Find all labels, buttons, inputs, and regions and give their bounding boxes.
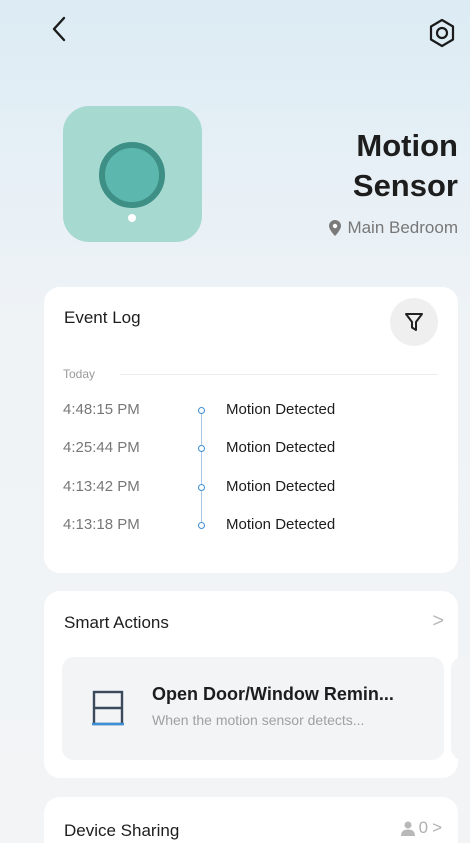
smart-actions-card: Smart Actions > Open Door/Window Remin..…	[44, 591, 458, 778]
device-image	[63, 106, 202, 242]
chevron-left-icon	[52, 16, 66, 42]
event-time: 4:13:18 PM	[63, 516, 140, 533]
timeline-dot-icon	[198, 407, 205, 414]
smart-actions-title[interactable]: Smart Actions	[64, 613, 169, 633]
event-text: Motion Detected	[226, 439, 336, 456]
device-name-line2: Sensor	[352, 168, 458, 203]
event-row[interactable]: 4:25:44 PM Motion Detected	[44, 439, 458, 463]
day-label: Today	[63, 367, 96, 381]
smart-action-description: When the motion sensor detects...	[152, 712, 365, 728]
chevron-right-icon[interactable]: >	[432, 610, 444, 633]
day-divider	[120, 374, 438, 375]
device-name: Motion Sensor	[238, 126, 458, 206]
event-text: Motion Detected	[226, 516, 336, 533]
filter-icon	[405, 313, 423, 331]
event-log-title: Event Log	[64, 308, 141, 327]
event-row[interactable]: 4:13:42 PM Motion Detected	[44, 478, 458, 502]
location-label: Main Bedroom	[347, 218, 458, 237]
door-window-icon	[92, 690, 124, 726]
chevron-right-icon: >	[432, 818, 442, 837]
timeline-dot-icon	[198, 522, 205, 529]
timeline-dot-icon	[198, 484, 205, 491]
sensor-led	[128, 214, 136, 222]
event-row[interactable]: 4:13:18 PM Motion Detected	[44, 516, 458, 540]
device-name-line1: Motion	[356, 128, 458, 163]
sharing-count-value: 0	[418, 818, 429, 837]
filter-button[interactable]	[390, 298, 438, 346]
sensor-lens	[99, 142, 165, 208]
settings-button[interactable]	[425, 16, 459, 50]
sharing-count: 0 >	[400, 818, 442, 838]
device-sharing-card[interactable]: Device Sharing 0 >	[44, 797, 458, 843]
next-smart-action-tile[interactable]	[451, 657, 470, 760]
event-row[interactable]: 4:48:15 PM Motion Detected	[44, 401, 458, 425]
top-bar	[0, 10, 470, 50]
event-time: 4:13:42 PM	[63, 478, 140, 495]
location-pin-icon	[329, 220, 342, 236]
event-text: Motion Detected	[226, 478, 336, 495]
event-text: Motion Detected	[226, 401, 336, 418]
device-sharing-title: Device Sharing	[64, 821, 180, 840]
device-location[interactable]: Main Bedroom	[329, 218, 458, 238]
hexagon-settings-icon	[429, 18, 455, 48]
event-log-card: Event Log Today 4:48:15 PM Motion Detect…	[44, 287, 458, 573]
event-time: 4:25:44 PM	[63, 439, 140, 456]
person-icon	[400, 821, 415, 836]
event-time: 4:48:15 PM	[63, 401, 140, 418]
smart-action-title: Open Door/Window Remin...	[152, 684, 394, 704]
timeline-line	[201, 411, 202, 527]
timeline-dot-icon	[198, 445, 205, 452]
back-button[interactable]	[44, 12, 74, 46]
smart-action-tile[interactable]: Open Door/Window Remin... When the motio…	[62, 657, 444, 760]
